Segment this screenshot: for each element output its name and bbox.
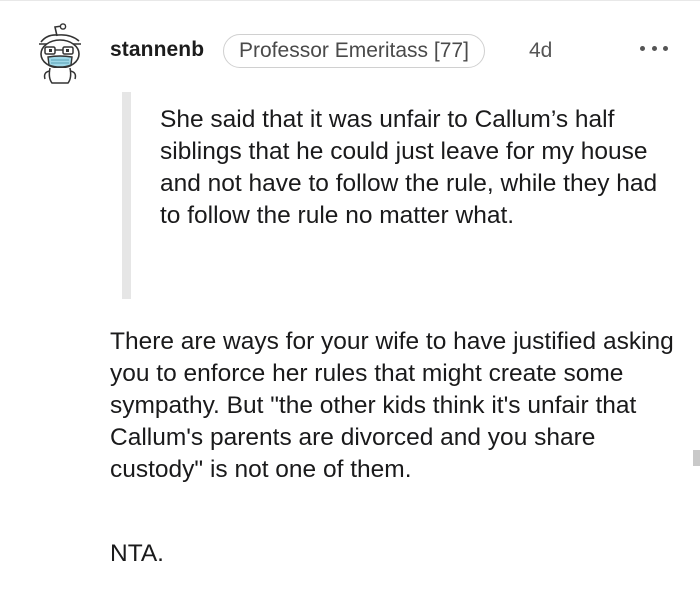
comment-verdict: NTA. [110, 540, 164, 567]
user-flair-badge: Professor Emeritass [77] [223, 34, 485, 68]
comment-body: There are ways for your wife to have jus… [110, 328, 674, 483]
comment-timestamp: 4d [529, 39, 553, 62]
user-avatar[interactable] [35, 22, 85, 86]
more-dot-icon [651, 45, 657, 51]
quoted-text: She said that it was unfair to Callum’s … [160, 106, 658, 229]
comment-username[interactable]: stannenb [110, 38, 204, 62]
top-divider [0, 0, 700, 1]
more-dot-icon [663, 45, 668, 51]
snoo-avatar-icon [39, 23, 81, 84]
scrollbar-thumb[interactable] [693, 450, 700, 466]
more-dot-icon [640, 45, 645, 51]
more-options-button[interactable] [640, 41, 668, 55]
blockquote-bar [122, 92, 131, 299]
